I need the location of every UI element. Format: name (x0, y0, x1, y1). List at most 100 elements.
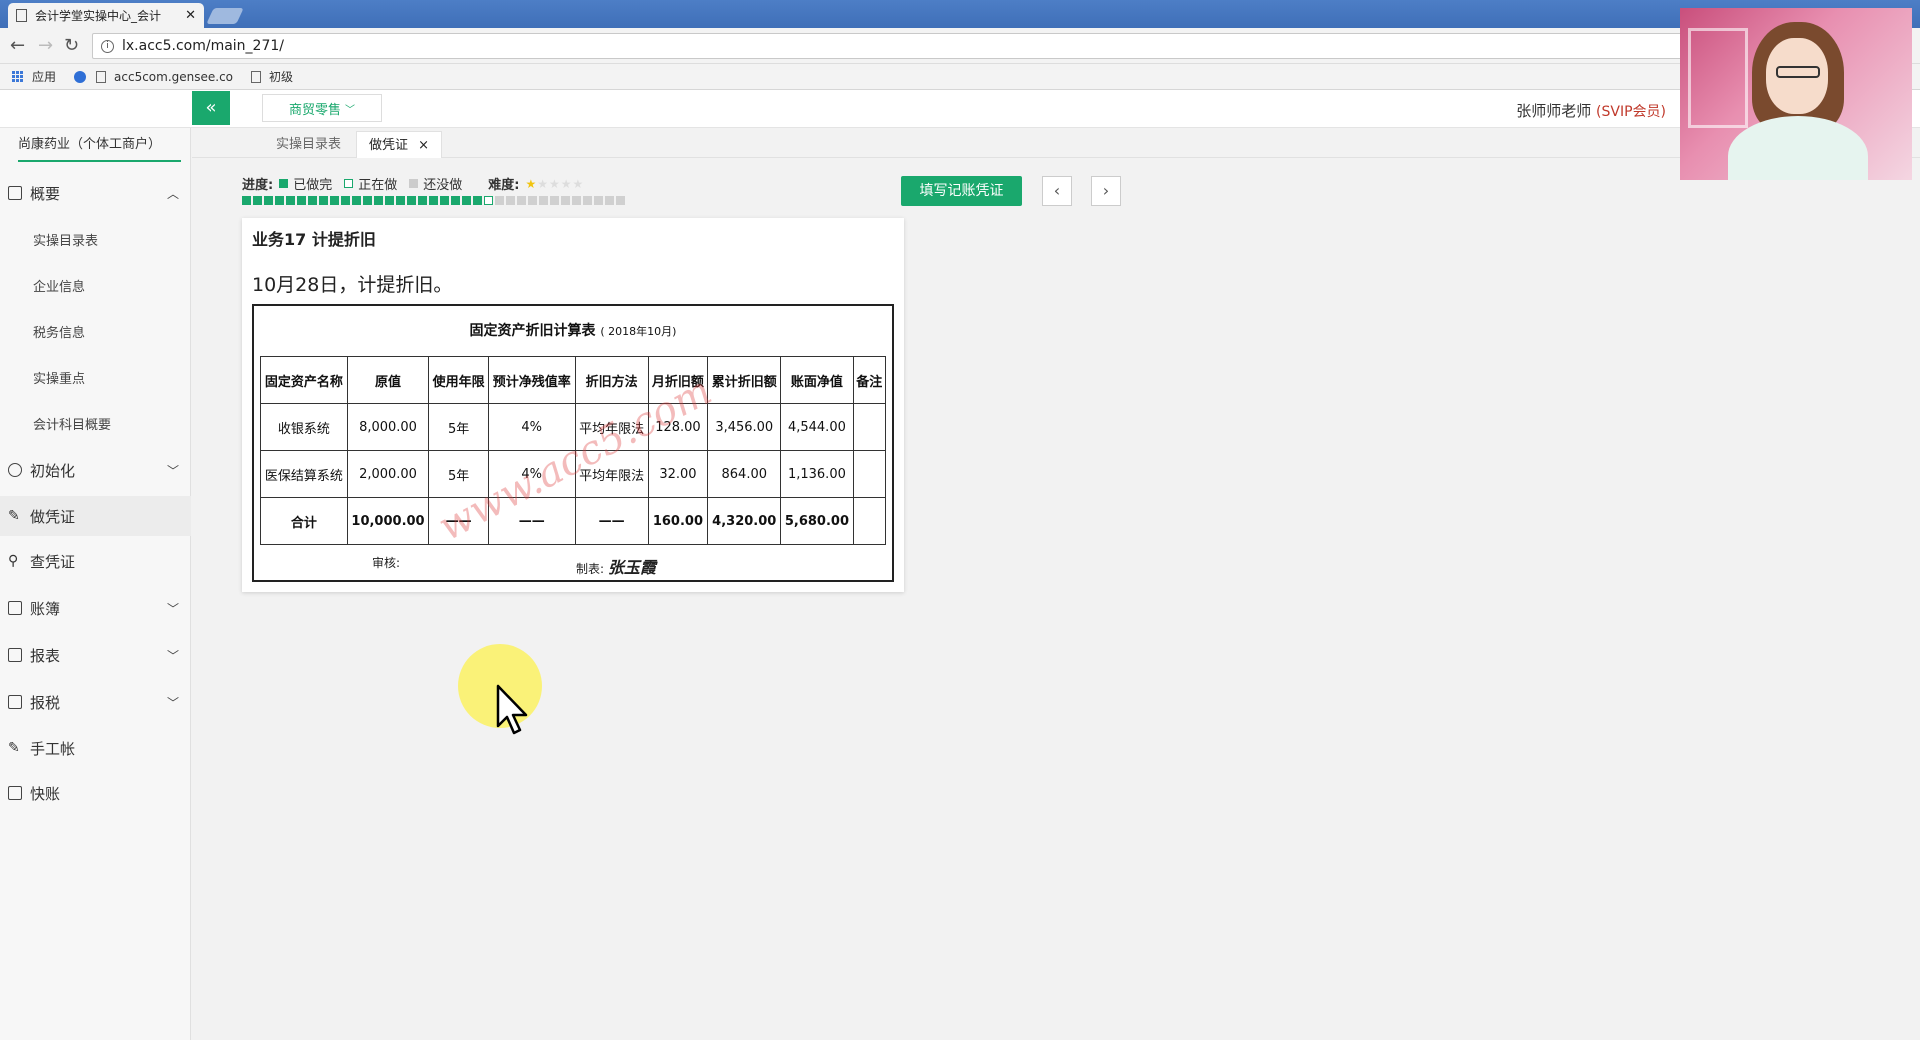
table-cell: 4,544.00 (780, 403, 854, 451)
search-icon: ⚲ (8, 553, 19, 569)
done-square (279, 179, 289, 188)
sidebar-item-reports[interactable]: 报表 ﹀ (0, 635, 191, 675)
prev-button[interactable]: ‹ (1042, 176, 1072, 206)
sidebar-item-tax[interactable]: 报税 ﹀ (0, 682, 191, 722)
url-text: lx.acc5.com/main_271/ (122, 38, 284, 54)
table-cell: 合计 (260, 497, 348, 545)
address-bar: ← → ↻ i lx.acc5.com/main_271/ (0, 28, 1920, 64)
progress-step[interactable] (561, 196, 570, 205)
progress-step[interactable] (550, 196, 559, 205)
bookmarks-bar: 应用 acc5com.gensee.co 初级 (0, 64, 1920, 90)
progress-step[interactable] (319, 196, 328, 205)
browser-tab[interactable]: 会计学堂实操中心_会计 ✕ (8, 3, 204, 28)
progress-step[interactable] (451, 196, 460, 205)
forward-arrow-icon[interactable]: → (38, 35, 53, 56)
sidebar-sub-accounts[interactable]: 会计科目概要 (33, 414, 111, 433)
progress-step[interactable] (363, 196, 372, 205)
star-icon: ★ (537, 176, 549, 191)
progress-legend: 进度: 已做完 正在做 还没做 难度: ★★★★★ (242, 176, 585, 194)
pen-icon: ✎ (8, 740, 20, 756)
table-cell: 2,000.00 (346, 450, 430, 498)
progress-step[interactable] (352, 196, 361, 205)
progress-step[interactable] (473, 196, 482, 205)
table-cell: 5年 (428, 403, 489, 451)
progress-step[interactable] (605, 196, 614, 205)
table-header: 固定资产名称 (260, 356, 348, 404)
sidebar-item-query[interactable]: ⚲ 查凭证 (0, 541, 191, 581)
member-badge: (SVIP会员) (1596, 104, 1666, 120)
browser-tab-title: 会计学堂实操中心_会计 (35, 9, 162, 23)
fill-voucher-button[interactable]: 填写记账凭证 (901, 176, 1022, 206)
progress-step[interactable] (517, 196, 526, 205)
table-header: 预计净残值率 (487, 356, 576, 404)
progress-step[interactable] (286, 196, 295, 205)
sidebar-item-overview[interactable]: 概要 ︿ (0, 173, 191, 213)
new-tab-button[interactable] (206, 8, 244, 24)
sidebar-item-voucher[interactable]: ✎ 做凭证 (0, 496, 191, 536)
next-button[interactable]: › (1091, 176, 1121, 206)
chevron-up-icon: ︿ (166, 186, 179, 201)
progress-step[interactable] (407, 196, 416, 205)
sidebar-sub-key-points[interactable]: 实操重点 (33, 368, 85, 387)
progress-step[interactable] (275, 196, 284, 205)
progress-step[interactable] (539, 196, 548, 205)
progress-step[interactable] (308, 196, 317, 205)
page-icon (251, 70, 262, 83)
close-icon[interactable]: × (418, 138, 429, 153)
table-cell: 5年 (428, 450, 489, 498)
progress-step[interactable] (440, 196, 449, 205)
url-input[interactable]: i lx.acc5.com/main_271/ (92, 33, 1682, 59)
back-arrow-icon[interactable]: ← (10, 35, 25, 56)
progress-step[interactable] (396, 196, 405, 205)
progress-step[interactable] (374, 196, 383, 205)
sidebar-item-init[interactable]: 初始化 ﹀ (0, 450, 191, 490)
close-tab-icon[interactable]: ✕ (185, 8, 196, 23)
industry-dropdown[interactable]: 商贸零售 ﹀ (262, 94, 382, 122)
progress-step[interactable] (242, 196, 251, 205)
bookmark-gensee[interactable]: acc5com.gensee.co (74, 70, 233, 84)
progress-step[interactable] (385, 196, 394, 205)
star-icon: ★ (572, 176, 585, 191)
task-card: 业务17 计提折旧 10月28日，计提折旧。 固定资产折旧计算表 ( 2018年… (242, 218, 904, 592)
table-cell: 864.00 (707, 450, 782, 498)
progress-step[interactable] (253, 196, 262, 205)
progress-step[interactable] (484, 196, 493, 205)
sidebar-item-books[interactable]: 账簿 ﹀ (0, 588, 191, 628)
sidebar-item-quick[interactable]: 快账 (0, 773, 191, 813)
collapse-sidebar-button[interactable]: « (192, 91, 230, 125)
progress-step[interactable] (418, 196, 427, 205)
table-cell: 10,000.00 (346, 497, 430, 545)
sidebar-sub-catalog[interactable]: 实操目录表 (33, 230, 98, 249)
tab-voucher[interactable]: 做凭证 × (356, 131, 443, 158)
progress-step[interactable] (495, 196, 504, 205)
book-icon (8, 601, 22, 615)
progress-step[interactable] (572, 196, 581, 205)
bookmark-chuji[interactable]: 初级 (251, 68, 293, 85)
sidebar-sub-tax-info[interactable]: 税务信息 (33, 322, 85, 341)
document-icon (8, 695, 22, 709)
progress-step[interactable] (594, 196, 603, 205)
progress-step[interactable] (429, 196, 438, 205)
progress-bar (242, 196, 625, 205)
progress-step[interactable] (462, 196, 471, 205)
progress-step[interactable] (341, 196, 350, 205)
sidebar-sub-company-info[interactable]: 企业信息 (33, 276, 85, 295)
table-cell: 32.00 (647, 450, 709, 498)
progress-step[interactable] (616, 196, 625, 205)
sidebar-item-manual[interactable]: ✎ 手工帐 (0, 728, 191, 768)
table-cell (852, 497, 887, 545)
bookmark-apps[interactable]: 应用 (12, 68, 56, 85)
tab-catalog[interactable]: 实操目录表 (264, 131, 353, 158)
info-icon[interactable]: i (101, 39, 114, 53)
progress-step[interactable] (297, 196, 306, 205)
progress-step[interactable] (528, 196, 537, 205)
audit-label: 审核: (372, 556, 401, 570)
pen-icon: ✎ (8, 508, 20, 524)
progress-step[interactable] (583, 196, 592, 205)
progress-step[interactable] (264, 196, 273, 205)
reload-icon[interactable]: ↻ (64, 35, 79, 56)
table-cell: —— (428, 497, 489, 545)
progress-step[interactable] (506, 196, 515, 205)
progress-step[interactable] (330, 196, 339, 205)
user-name[interactable]: 张师师老师 (SVIP会员) (1516, 100, 1666, 121)
